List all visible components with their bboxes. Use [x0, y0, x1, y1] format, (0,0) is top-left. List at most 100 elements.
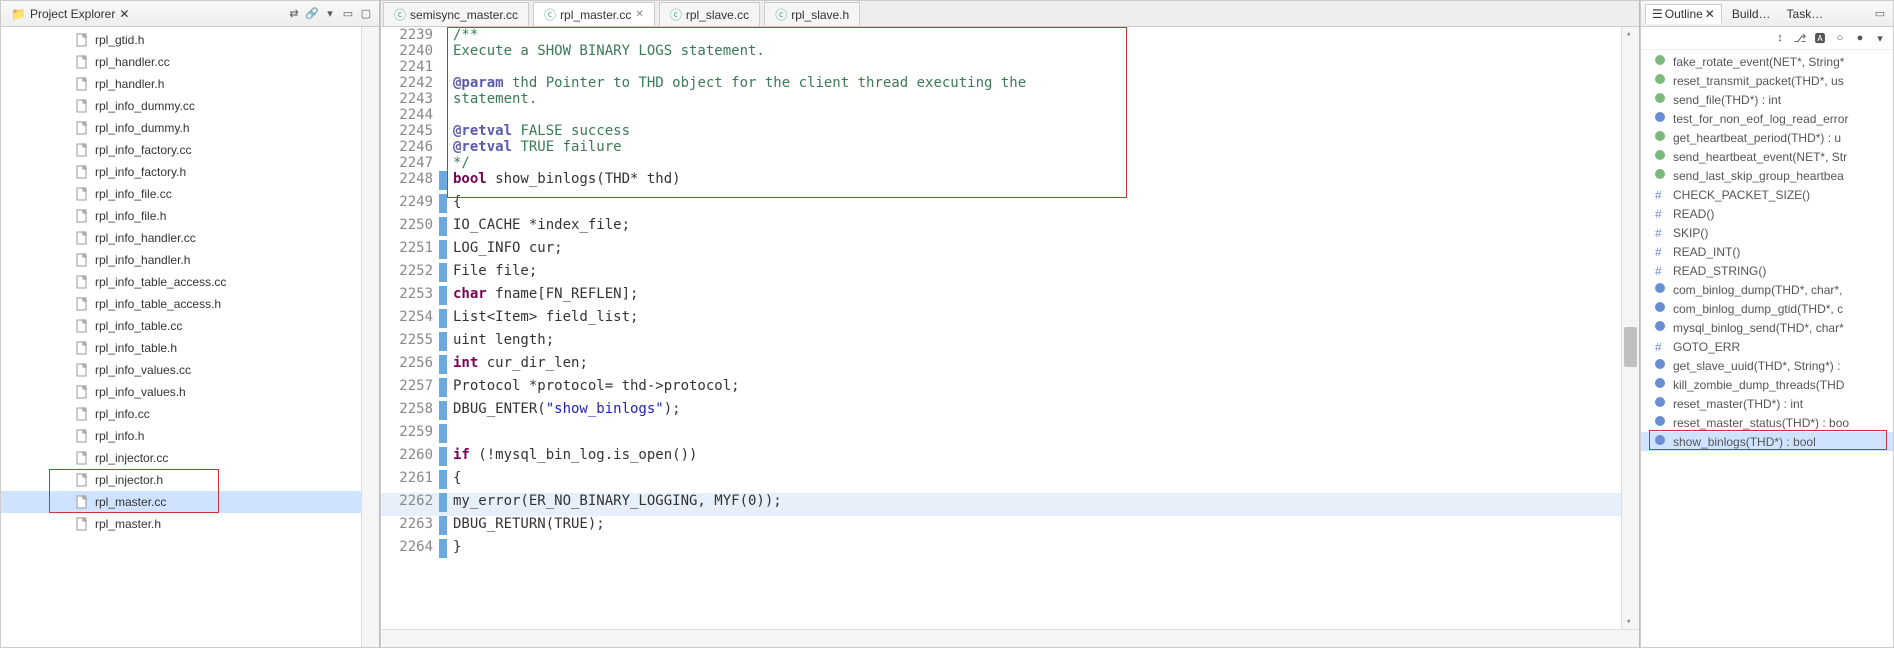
file-item[interactable]: rpl_info_table.cc: [1, 315, 361, 337]
code-line[interactable]: 2248bool show_binlogs(THD* thd): [381, 171, 1621, 194]
editor-vscrollbar[interactable]: ▴ ▾: [1621, 27, 1639, 629]
file-item[interactable]: rpl_info.cc: [1, 403, 361, 425]
editor-tab[interactable]: ⓒrpl_master.cc✕: [533, 2, 655, 26]
editor-tab[interactable]: ⓒsemisync_master.cc: [383, 2, 529, 26]
sort-icon[interactable]: ↕: [1771, 29, 1789, 47]
scroll-up-icon[interactable]: ▴: [1626, 29, 1631, 39]
code-line[interactable]: 2239/**: [381, 27, 1621, 43]
code-line[interactable]: 2264 }: [381, 539, 1621, 562]
code-line[interactable]: 2251 LOG_INFO cur;: [381, 240, 1621, 263]
code-line[interactable]: 2252 File file;: [381, 263, 1621, 286]
outline-item[interactable]: #READ(): [1641, 204, 1893, 223]
close-icon[interactable]: ✕: [635, 9, 643, 20]
file-item[interactable]: rpl_handler.cc: [1, 51, 361, 73]
outline-item[interactable]: reset_master_status(THD*) : boo: [1641, 413, 1893, 432]
outline-item[interactable]: com_binlog_dump_gtid(THD*, c: [1641, 299, 1893, 318]
file-item[interactable]: rpl_info_dummy.h: [1, 117, 361, 139]
outline-item[interactable]: reset_master(THD*) : int: [1641, 394, 1893, 413]
outline-tab[interactable]: Task…: [1781, 5, 1830, 23]
file-item[interactable]: rpl_info_values.h: [1, 381, 361, 403]
file-item[interactable]: rpl_info_table_access.cc: [1, 271, 361, 293]
file-list[interactable]: rpl_gtid.hrpl_handler.ccrpl_handler.hrpl…: [1, 27, 361, 647]
minimize-icon[interactable]: ▭: [339, 5, 357, 23]
outline-item[interactable]: #CHECK_PACKET_SIZE(): [1641, 185, 1893, 204]
file-item[interactable]: rpl_injector.cc: [1, 447, 361, 469]
maximize-icon[interactable]: ▢: [357, 5, 375, 23]
code-line[interactable]: 2260 if (!mysql_bin_log.is_open()): [381, 447, 1621, 470]
explorer-tab[interactable]: 📁 Project Explorer ✕: [5, 5, 135, 23]
code-line[interactable]: 2250 IO_CACHE *index_file;: [381, 217, 1621, 240]
file-item[interactable]: rpl_info_handler.cc: [1, 227, 361, 249]
close-icon[interactable]: ✕: [1705, 7, 1715, 21]
code-line[interactable]: 2253 char fname[FN_REFLEN];: [381, 286, 1621, 309]
code-line[interactable]: 2249{: [381, 194, 1621, 217]
code-line[interactable]: 2244: [381, 107, 1621, 123]
outline-item[interactable]: kill_zombie_dump_threads(THD: [1641, 375, 1893, 394]
file-item[interactable]: rpl_master.cc: [1, 491, 361, 513]
outline-item[interactable]: get_slave_uuid(THD*, String*) :: [1641, 356, 1893, 375]
outline-item[interactable]: #SKIP(): [1641, 223, 1893, 242]
outline-item[interactable]: send_last_skip_group_heartbea: [1641, 166, 1893, 185]
scroll-thumb[interactable]: [1624, 327, 1637, 367]
outline-item[interactable]: #READ_STRING(): [1641, 261, 1893, 280]
code-area[interactable]: 2239/**2240 Execute a SHOW BINARY LOGS s…: [381, 27, 1621, 629]
file-item[interactable]: rpl_gtid.h: [1, 29, 361, 51]
code-line[interactable]: 2242 @param thd Pointer to THD object fo…: [381, 75, 1621, 91]
filter-icon[interactable]: ⎇: [1791, 29, 1809, 47]
file-item[interactable]: rpl_info_dummy.cc: [1, 95, 361, 117]
outline-item[interactable]: #READ_INT(): [1641, 242, 1893, 261]
explorer-scrollbar[interactable]: [361, 27, 379, 647]
file-item[interactable]: rpl_info_values.cc: [1, 359, 361, 381]
code-line[interactable]: 2254 List<Item> field_list;: [381, 309, 1621, 332]
code-line[interactable]: 2258 DBUG_ENTER("show_binlogs");: [381, 401, 1621, 424]
file-item[interactable]: rpl_info_table.h: [1, 337, 361, 359]
minimize-icon[interactable]: ▭: [1871, 5, 1889, 23]
file-item[interactable]: rpl_info_file.h: [1, 205, 361, 227]
outline-tab[interactable]: ☰ Outline ✕: [1645, 4, 1722, 24]
editor-tab[interactable]: ⓒrpl_slave.cc: [659, 2, 760, 26]
file-item[interactable]: rpl_info_file.cc: [1, 183, 361, 205]
file-item[interactable]: rpl_handler.h: [1, 73, 361, 95]
code-line[interactable]: 2241: [381, 59, 1621, 75]
file-item[interactable]: rpl_master.h: [1, 513, 361, 535]
code-line[interactable]: 2259: [381, 424, 1621, 447]
code-line[interactable]: 2255 uint length;: [381, 332, 1621, 355]
outline-item[interactable]: #GOTO_ERR: [1641, 337, 1893, 356]
code-line[interactable]: 2246 @retval TRUE failure: [381, 139, 1621, 155]
code-line[interactable]: 2262 my_error(ER_NO_BINARY_LOGGING, MYF(…: [381, 493, 1621, 516]
outline-item[interactable]: mysql_binlog_send(THD*, char*: [1641, 318, 1893, 337]
outline-item[interactable]: send_file(THD*) : int: [1641, 90, 1893, 109]
collapse-all-icon[interactable]: ⇄: [285, 5, 303, 23]
view-menu-icon[interactable]: ▾: [321, 5, 339, 23]
outline-item[interactable]: fake_rotate_event(NET*, String*: [1641, 52, 1893, 71]
code-line[interactable]: 2261 {: [381, 470, 1621, 493]
outline-item[interactable]: test_for_non_eof_log_read_error: [1641, 109, 1893, 128]
code-line[interactable]: 2256 int cur_dir_len;: [381, 355, 1621, 378]
hide-fields-icon[interactable]: 🅰: [1811, 29, 1829, 47]
file-item[interactable]: rpl_injector.h: [1, 469, 361, 491]
code-line[interactable]: 2257 Protocol *protocol= thd->protocol;: [381, 378, 1621, 401]
close-icon[interactable]: ✕: [119, 7, 129, 21]
code-line[interactable]: 2245 @retval FALSE success: [381, 123, 1621, 139]
outline-item[interactable]: send_heartbeat_event(NET*, Str: [1641, 147, 1893, 166]
file-item[interactable]: rpl_info_table_access.h: [1, 293, 361, 315]
outline-item[interactable]: get_heartbeat_period(THD*) : u: [1641, 128, 1893, 147]
link-editor-icon[interactable]: 🔗: [303, 5, 321, 23]
view-menu-icon[interactable]: ▾: [1871, 29, 1889, 47]
editor-hscrollbar[interactable]: [381, 629, 1639, 647]
file-item[interactable]: rpl_info.h: [1, 425, 361, 447]
hide-static-icon[interactable]: ○: [1831, 29, 1849, 47]
outline-item[interactable]: show_binlogs(THD*) : bool: [1641, 432, 1893, 451]
editor-tab[interactable]: ⓒrpl_slave.h: [764, 2, 860, 26]
file-item[interactable]: rpl_info_handler.h: [1, 249, 361, 271]
outline-item[interactable]: com_binlog_dump(THD*, char*,: [1641, 280, 1893, 299]
scroll-down-icon[interactable]: ▾: [1626, 617, 1631, 627]
code-line[interactable]: 2243 statement.: [381, 91, 1621, 107]
outline-tab[interactable]: Build…: [1726, 5, 1777, 23]
code-line[interactable]: 2263 DBUG_RETURN(TRUE);: [381, 516, 1621, 539]
code-line[interactable]: 2247*/: [381, 155, 1621, 171]
file-item[interactable]: rpl_info_factory.cc: [1, 139, 361, 161]
file-item[interactable]: rpl_info_factory.h: [1, 161, 361, 183]
outline-item[interactable]: reset_transmit_packet(THD*, us: [1641, 71, 1893, 90]
outline-list[interactable]: fake_rotate_event(NET*, String*reset_tra…: [1641, 50, 1893, 647]
